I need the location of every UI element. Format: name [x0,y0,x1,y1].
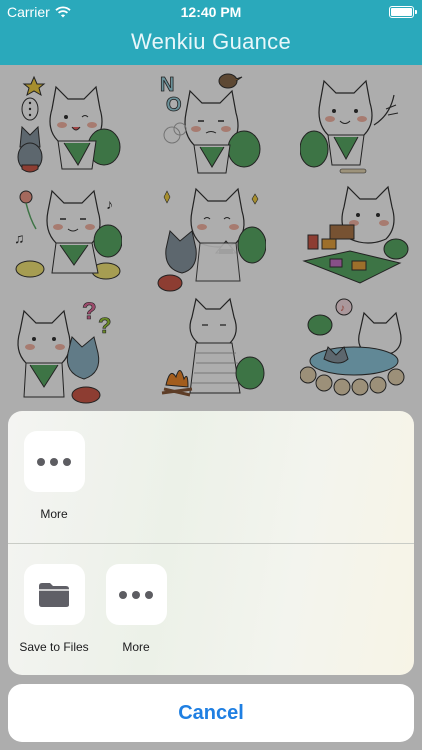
cancel-button[interactable]: Cancel [8,684,414,742]
nav-bar: Wenkiu Guance [0,24,422,65]
page-title: Wenkiu Guance [130,29,292,54]
battery-icon [389,6,417,18]
more-action-top[interactable]: More [14,431,94,521]
save-to-files-action[interactable]: Save to Files [14,564,94,654]
share-sheet: More Save to Files More [8,411,414,675]
more-action-icon-box[interactable] [105,564,167,625]
more-action-label: More [122,640,150,654]
save-to-files-label: Save to Files [19,640,89,654]
more-action-icon-box[interactable] [23,431,85,492]
more-action-label: More [40,507,68,521]
more-dots-icon [119,590,153,599]
folder-icon [39,582,69,607]
status-bar: Carrier 12:40 PM [0,0,422,24]
save-to-files-icon-box[interactable] [23,564,85,625]
share-sheet-divider [8,543,414,544]
more-action-bottom[interactable]: More [96,564,176,654]
status-time: 12:40 PM [180,4,242,20]
battery-fill [391,8,412,16]
more-dots-icon [37,457,71,466]
